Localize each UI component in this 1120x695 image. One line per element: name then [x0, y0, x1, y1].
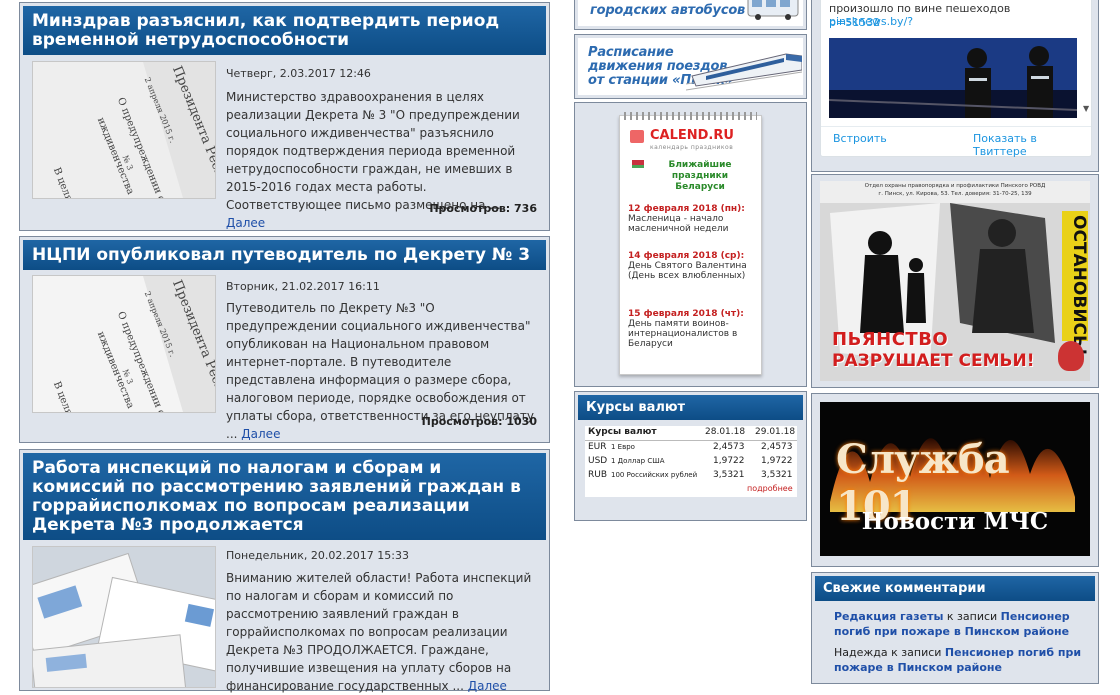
- news-item: НЦПИ опубликовал путеводитель по Декрету…: [19, 236, 550, 443]
- bus-icon: [747, 0, 799, 20]
- rates-more-row: подробнее: [585, 483, 797, 497]
- holiday-calendar-widget: CALEND.RU календарь праздников Ближайшие…: [574, 102, 807, 387]
- rates-table: Курсы валют 28.01.18 29.01.18 EUR 1 Евро…: [585, 426, 797, 497]
- comment-connector: к записи: [887, 646, 945, 659]
- news-date: Вторник, 21.02.2017 16:11: [226, 280, 380, 293]
- rates-row: RUB 100 Российских рублей 3,5321 3,5321: [585, 469, 797, 483]
- news-item: Работа инспекций по налогам и сборам и к…: [19, 449, 550, 693]
- currency-value: 1,9722: [713, 456, 745, 466]
- view-count: Просмотров: 736: [429, 202, 537, 215]
- pedestrians-image: [829, 38, 1077, 118]
- rates-date: 28.01.18: [705, 427, 746, 437]
- calendar-heading: Ближайшие праздники Беларуси: [668, 160, 732, 192]
- twitter-widget: произошло по вине пешеходов pinsknews.by…: [811, 0, 1099, 172]
- calendar-logo: CALEND.RU: [650, 128, 734, 143]
- currency-code: RUB: [588, 470, 608, 480]
- tweet-image[interactable]: [829, 38, 1077, 118]
- news-title[interactable]: Минздрав разъяснил, как подтвердить пери…: [23, 6, 546, 55]
- currency-name: 100 Российских рублей: [611, 471, 698, 479]
- view-on-twitter-link[interactable]: Показать в Твиттере: [973, 132, 1091, 158]
- tweet-text-line: произошло по вине пешеходов: [829, 2, 1011, 15]
- event-name: Масленица - начало масленичной недели: [628, 214, 729, 234]
- rates-more-link[interactable]: подробнее: [747, 484, 793, 493]
- comment-author: Надежда: [834, 646, 888, 659]
- news-thumbnail[interactable]: Президента Респ 2 апреля 2015 г. О преду…: [32, 275, 216, 413]
- banner-body: Расписание движения поездов от станции «…: [578, 38, 803, 95]
- calendar-logo-sub: календарь праздников: [650, 144, 734, 151]
- poster-stop-text: ОСТАНОВИСЬ!: [1069, 215, 1089, 356]
- news-date: Четверг, 2.03.2017 12:46: [226, 67, 371, 80]
- calendar-event: 12 февраля 2018 (пн): Масленица - начало…: [628, 204, 756, 234]
- police-poster-banner[interactable]: Отдел охраны правопорядка и профилактики…: [811, 174, 1099, 388]
- mchs-image: Служба 101 Новости МЧС: [820, 402, 1090, 556]
- rates-header-row: Курсы валют 28.01.18 29.01.18: [585, 426, 797, 441]
- belarus-flag-icon: [632, 160, 644, 168]
- event-name: День Святого Валентина (День всех влюбле…: [628, 261, 747, 281]
- rates-date: 29.01.18: [755, 427, 796, 437]
- banner-body: городских автобусов: [578, 0, 803, 26]
- news-title[interactable]: Работа инспекций по налогам и сборам и к…: [23, 453, 546, 540]
- train-icon: [686, 53, 802, 91]
- banner-text: городских автобусов: [590, 3, 746, 18]
- currency-value: 1,9722: [761, 456, 793, 466]
- currency-value: 2,4573: [761, 442, 793, 452]
- calendar-rings: [624, 112, 757, 120]
- poster-header-text: г. Пинск, ул. Кирова, 53. Тел. доверия: …: [878, 191, 1032, 197]
- news-excerpt: Вниманию жителей области! Работа инспекц…: [226, 569, 534, 695]
- mchs-news-banner[interactable]: Служба 101 Новости МЧС: [811, 393, 1099, 567]
- event-date: 12 февраля 2018 (пн):: [628, 204, 745, 214]
- more-link[interactable]: Далее: [468, 679, 507, 693]
- calendar-event: 14 февраля 2018 (ср): День Святого Вален…: [628, 251, 756, 281]
- currency-code: EUR: [588, 442, 607, 452]
- train-schedule-banner[interactable]: Расписание движения поездов от станции «…: [574, 34, 807, 99]
- event-date: 15 февраля 2018 (чт):: [628, 309, 744, 319]
- embed-link[interactable]: Встроить: [833, 132, 887, 145]
- news-item: Минздрав разъяснил, как подтвердить пери…: [19, 2, 550, 231]
- tweet-card: произошло по вине пешеходов pinsknews.by…: [820, 0, 1092, 158]
- currency-value: 2,4573: [713, 442, 745, 452]
- police-emblem-icon: [1058, 341, 1084, 371]
- scroll-down-icon[interactable]: ▼: [1083, 104, 1089, 113]
- news-thumbnail[interactable]: Президента Респ 2 апреля 2015 г. О преду…: [32, 61, 216, 199]
- poster-slogan-line: РАЗРУШАЕТ СЕМЬИ!: [832, 351, 1035, 371]
- rates-row: EUR 1 Евро 2,4573 2,4573: [585, 441, 797, 455]
- comment-item: Надежда к записи Пенсионер погиб при пож…: [834, 645, 1084, 675]
- poster-image: Отдел охраны правопорядка и профилактики…: [820, 181, 1090, 381]
- more-link[interactable]: Далее: [226, 216, 265, 230]
- news-excerpt-text: Министерство здравоохранения в целях реа…: [226, 90, 520, 212]
- poster-header-text: Отдел охраны правопорядка и профилактики…: [864, 183, 1046, 189]
- view-count: Просмотров: 1030: [421, 415, 537, 428]
- divider: [821, 126, 1091, 127]
- news-title[interactable]: НЦПИ опубликовал путеводитель по Декрету…: [23, 240, 546, 270]
- news-thumbnail[interactable]: [32, 546, 216, 688]
- currency-value: 3,5321: [761, 470, 793, 480]
- rates-table-title: Курсы валют: [588, 427, 657, 437]
- currency-value: 3,5321: [713, 470, 745, 480]
- poster-slogan-line: ПЬЯНСТВО: [832, 329, 949, 350]
- calendar-card[interactable]: CALEND.RU календарь праздников Ближайшие…: [619, 112, 762, 375]
- widget-heading: Свежие комментарии: [815, 576, 1095, 601]
- currency-rates-widget: Курсы валют Курсы валют 28.01.18 29.01.1…: [574, 391, 807, 521]
- rates-row: USD 1 Доллар США 1,9722 1,9722: [585, 455, 797, 469]
- event-name: День памяти воинов-интернационалистов в …: [628, 319, 738, 349]
- comment-item: Редакция газеты к записи Пенсионер погиб…: [834, 609, 1084, 639]
- calendar-event: 15 февраля 2018 (чт): День памяти воинов…: [628, 309, 756, 349]
- currency-name: 1 Евро: [611, 443, 635, 451]
- news-date: Понедельник, 20.02.2017 15:33: [226, 549, 410, 562]
- currency-name: 1 Доллар США: [611, 457, 665, 465]
- bus-schedule-banner[interactable]: городских автобусов: [574, 0, 807, 30]
- envelopes-image: [33, 547, 215, 687]
- banner-text: Расписание: [588, 45, 674, 60]
- news-excerpt-text: Вниманию жителей области! Работа инспекц…: [226, 571, 532, 693]
- event-date: 14 февраля 2018 (ср):: [628, 251, 745, 261]
- comment-author[interactable]: Редакция газеты: [834, 610, 943, 623]
- mchs-subtitle: Новости МЧС: [861, 508, 1049, 535]
- recent-comments-widget: Свежие комментарии Редакция газеты к зап…: [811, 572, 1099, 684]
- more-link[interactable]: Далее: [241, 427, 280, 441]
- calendar-logo-icon: [630, 130, 644, 143]
- tweet-link[interactable]: p=51532: [829, 16, 880, 29]
- comment-connector: к записи: [943, 610, 1001, 623]
- currency-code: USD: [588, 456, 608, 466]
- widget-heading: Курсы валют: [578, 395, 803, 420]
